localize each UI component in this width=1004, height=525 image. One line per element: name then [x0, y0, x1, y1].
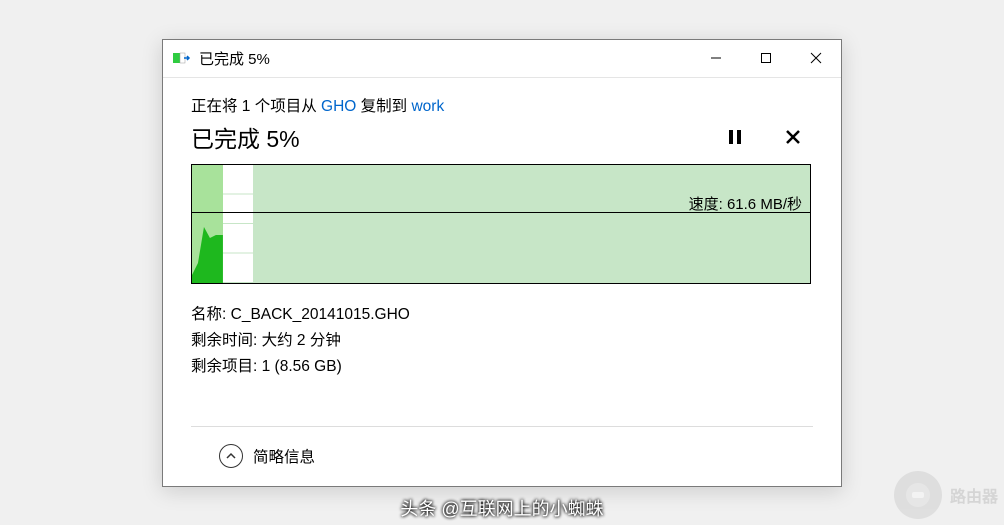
items-label: 剩余项目:	[191, 358, 262, 375]
time-value: 大约 2 分钟	[262, 332, 341, 349]
watermark: 路由器	[894, 471, 998, 519]
progress-heading: 已完成 5%	[191, 120, 300, 154]
name-label: 名称:	[191, 306, 231, 323]
detail-time: 剩余时间: 大约 2 分钟	[191, 328, 813, 354]
pause-button[interactable]	[721, 123, 749, 151]
detail-name: 名称: C_BACK_20141015.GHO	[191, 302, 813, 328]
chart-progress-fill	[192, 165, 223, 283]
maximize-button[interactable]	[741, 39, 791, 77]
source-link[interactable]: GHO	[321, 98, 356, 115]
close-button[interactable]	[791, 39, 841, 77]
minimize-button[interactable]	[691, 39, 741, 77]
name-value: C_BACK_20141015.GHO	[231, 306, 410, 323]
image-caption: 头条 @互联网上的小蜘蛛	[400, 495, 603, 521]
status-prefix: 正在将 1 个项目从	[191, 98, 321, 115]
toggle-details-label: 简略信息	[253, 445, 315, 467]
dialog-footer: 简略信息	[191, 426, 813, 486]
toggle-details-link[interactable]: 简略信息	[219, 444, 315, 468]
window-controls	[691, 39, 841, 77]
destination-link[interactable]: work	[411, 98, 444, 115]
watermark-icon	[894, 471, 942, 519]
time-label: 剩余时间:	[191, 332, 262, 349]
status-middle: 复制到	[356, 98, 411, 115]
detail-items: 剩余项目: 1 (8.56 GB)	[191, 354, 813, 380]
copy-progress-icon	[173, 50, 191, 66]
copy-status-line: 正在将 1 个项目从 GHO 复制到 work	[191, 94, 813, 116]
file-copy-dialog: 已完成 5% 正在将 1 个项目从 GHO 复制到 work 已完成 5%	[162, 39, 842, 487]
window-title: 已完成 5%	[199, 48, 270, 69]
titlebar: 已完成 5%	[163, 40, 841, 78]
dialog-content: 正在将 1 个项目从 GHO 复制到 work 已完成 5% 速度: 61.6 …	[163, 78, 841, 486]
speed-chart[interactable]: 速度: 61.6 MB/秒	[191, 164, 811, 284]
cancel-button[interactable]	[779, 123, 807, 151]
watermark-text: 路由器	[950, 483, 998, 507]
progress-heading-row: 已完成 5%	[191, 120, 813, 154]
items-value: 1 (8.56 GB)	[262, 358, 342, 375]
speed-label: 速度: 61.6 MB/秒	[689, 193, 802, 214]
chevron-up-icon	[219, 444, 243, 468]
